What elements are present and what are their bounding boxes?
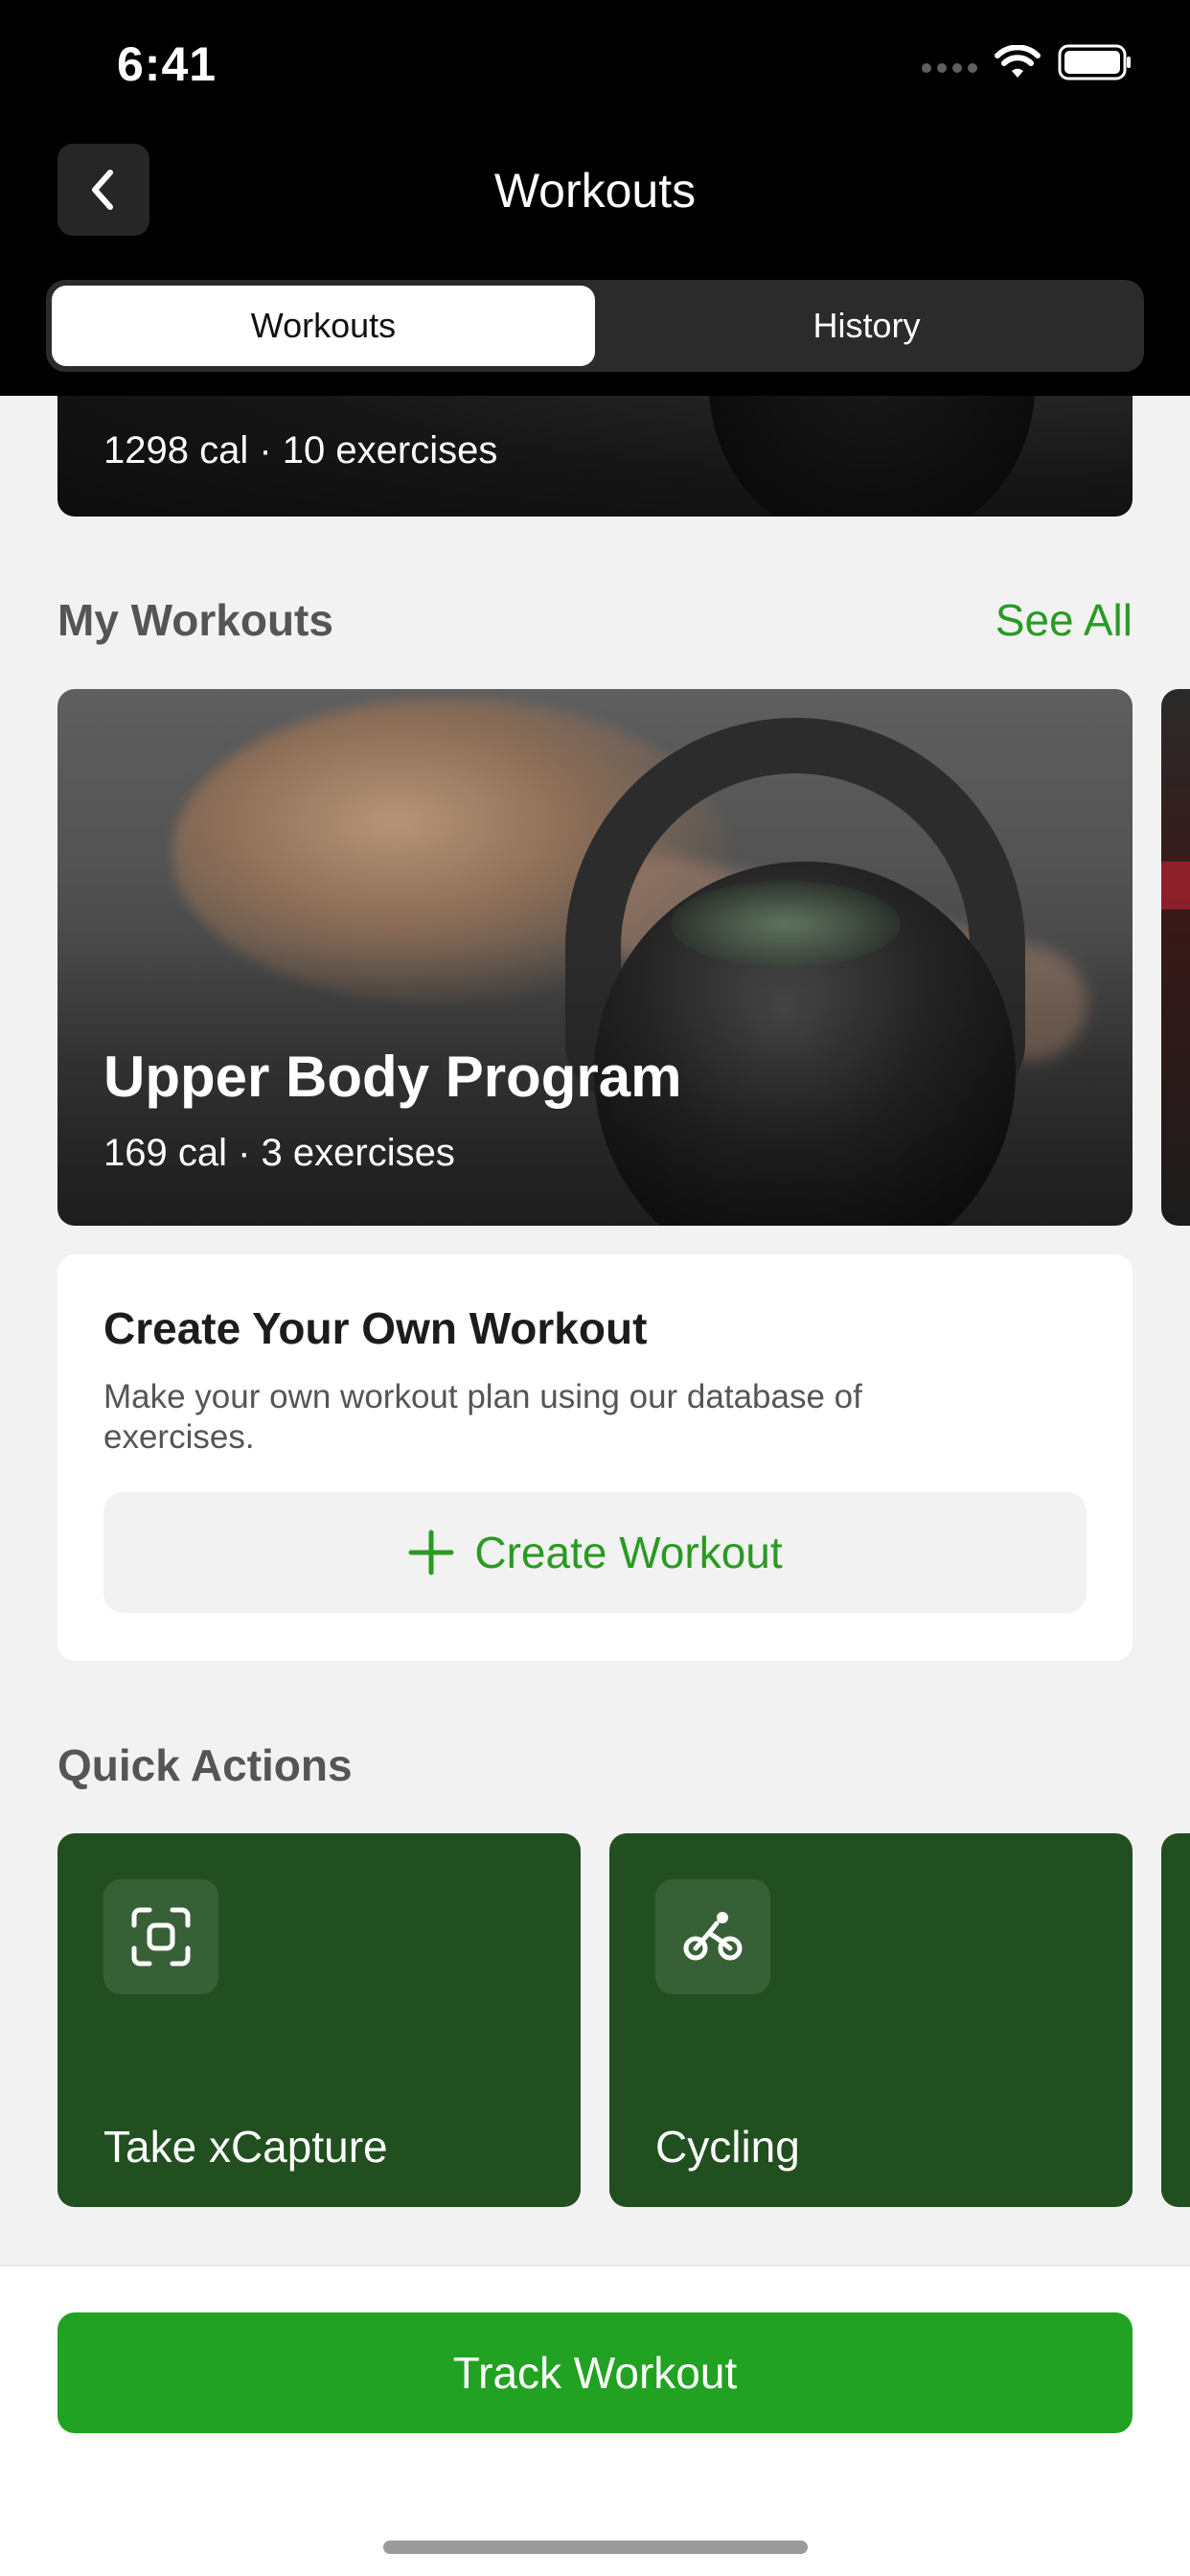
workout-meta: 169 cal · 3 exercises <box>103 1132 455 1174</box>
bicycle-icon <box>683 1912 743 1961</box>
track-workout-button[interactable]: Track Workout <box>57 2312 1133 2433</box>
quick-action-peek[interactable] <box>1161 1833 1190 2207</box>
top-header: 6:41 Workouts Workouts History <box>0 0 1190 396</box>
my-workouts-title: My Workouts <box>57 595 333 645</box>
plus-icon <box>408 1530 454 1576</box>
wifi-icon <box>995 45 1041 78</box>
tab-workouts[interactable]: Workouts <box>52 286 595 366</box>
signal-icon <box>922 63 977 73</box>
create-workout-button[interactable]: Create Workout <box>103 1492 1087 1613</box>
see-all-link[interactable]: See All <box>995 594 1133 646</box>
quick-action-cycling[interactable]: Cycling <box>609 1833 1133 2207</box>
home-indicator[interactable] <box>383 2541 808 2554</box>
quick-action-label: Take xCapture <box>103 2122 388 2172</box>
card-image <box>709 396 1035 517</box>
segmented-control: Workouts History <box>46 280 1144 372</box>
quick-actions-title: Quick Actions <box>57 1740 353 1790</box>
quick-action-label: Cycling <box>655 2122 800 2172</box>
page-title: Workouts <box>493 164 697 218</box>
workout-title: Upper Body Program <box>103 1045 682 1109</box>
tab-history[interactable]: History <box>595 286 1138 366</box>
status-time: 6:41 <box>117 37 217 91</box>
create-workout-title: Create Your Own Workout <box>103 1303 648 1353</box>
status-icons <box>922 44 1133 80</box>
create-workout-description: Make your own workout plan using our dat… <box>103 1378 862 1456</box>
create-workout-label: Create Workout <box>474 1528 783 1577</box>
next-workout-card-peek[interactable] <box>1161 689 1190 1226</box>
workout-meta: 1298 cal · 10 exercises <box>103 429 498 472</box>
scroll-content[interactable]: 1298 cal · 10 exercises My Workouts See … <box>0 396 1190 2265</box>
scan-icon <box>131 1907 191 1966</box>
workout-card-upper-body[interactable]: Upper Body Program 169 cal · 3 exercises <box>57 689 1133 1226</box>
bottom-bar: Track Workout <box>0 2265 1190 2576</box>
quick-action-xcapture[interactable]: Take xCapture <box>57 1833 581 2207</box>
battery-icon <box>1058 44 1131 80</box>
featured-workout-card[interactable]: 1298 cal · 10 exercises <box>57 396 1133 517</box>
create-workout-card: Create Your Own Workout Make your own wo… <box>57 1254 1133 1661</box>
